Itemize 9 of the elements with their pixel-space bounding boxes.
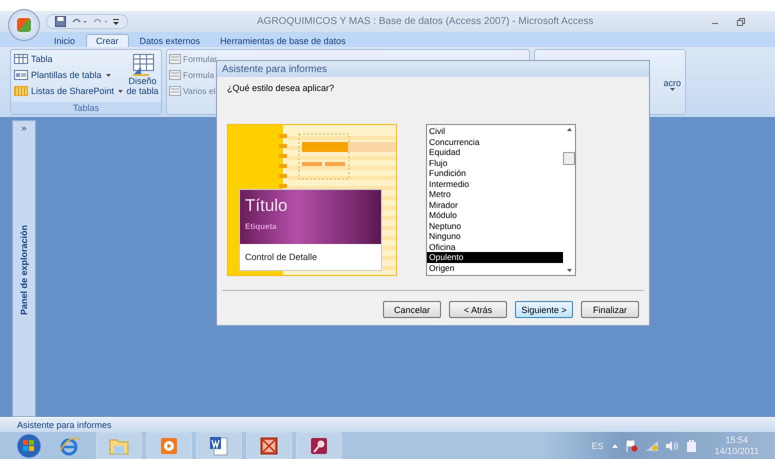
window-title: AGROQUIMICOS Y MAS : Base de datos (Access 2007) - Microsoft Access <box>257 16 594 27</box>
question-text: ¿Qué estilo desea aplicar? <box>227 83 336 93</box>
pane-title: Panel de exploración <box>19 225 29 316</box>
preview-detail: Control de Detalle <box>244 251 318 264</box>
preview-title: Título <box>245 196 289 216</box>
group-label: Tablas <box>11 102 161 114</box>
dialog-title: Asistente para informes <box>222 64 328 74</box>
preview-label: Etiqueta <box>245 222 278 231</box>
status-text: Asistente para informes <box>17 420 112 430</box>
